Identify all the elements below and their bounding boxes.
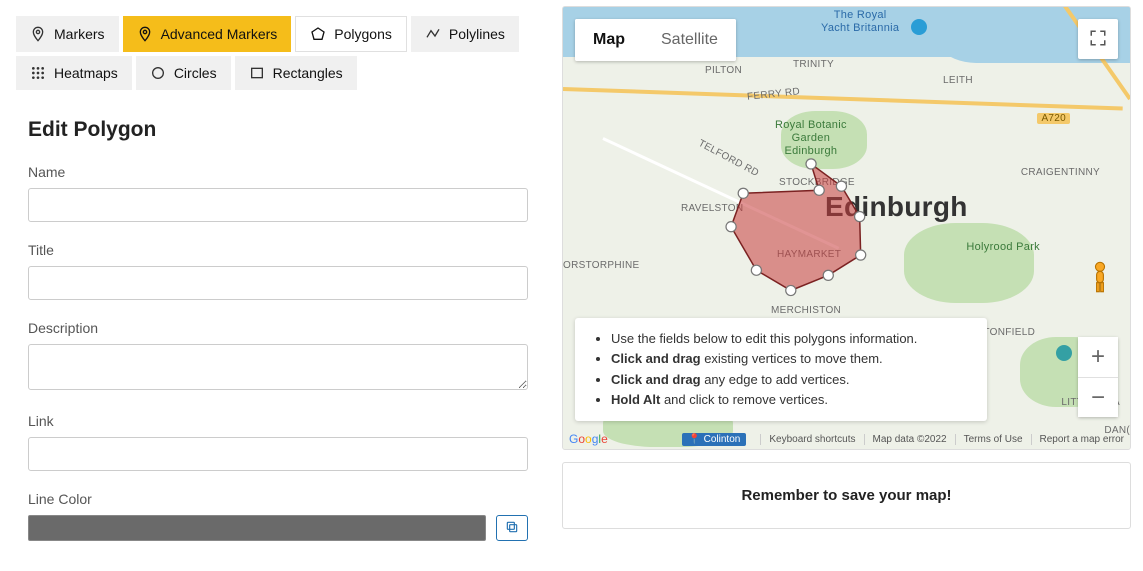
rectangle-icon: [249, 65, 265, 81]
zoom-control: + −: [1078, 337, 1118, 417]
name-input[interactable]: [28, 188, 528, 222]
area-label: ORSTORPHINE: [563, 260, 639, 271]
title-label: Title: [28, 242, 528, 258]
tab-label: Rectangles: [273, 65, 343, 81]
tab-polygons[interactable]: Polygons: [295, 16, 407, 52]
polygon-icon: [310, 26, 326, 42]
edit-polygon-form: Edit Polygon Name Title Description Link…: [0, 90, 556, 571]
tab-label: Polylines: [449, 26, 505, 42]
description-label: Description: [28, 320, 528, 336]
area-label: TRINITY: [793, 59, 834, 70]
line-color-label: Line Color: [28, 491, 528, 507]
tab-label: Circles: [174, 65, 217, 81]
description-input[interactable]: [28, 344, 528, 390]
area-label: Craigentinny: [1021, 167, 1100, 178]
name-label: Name: [28, 164, 528, 180]
keyboard-shortcuts-link[interactable]: Keyboard shortcuts: [760, 434, 855, 445]
poi-icon: [1056, 345, 1072, 361]
city-label: Edinburgh: [825, 191, 968, 223]
tip-item: Click and drag existing vertices to move…: [611, 350, 971, 368]
map-type-satellite[interactable]: Satellite: [643, 19, 736, 61]
polyline-icon: [425, 26, 441, 42]
terms-link[interactable]: Terms of Use: [955, 434, 1023, 445]
map-attribution: Google 📍Colinton Keyboard shortcuts Map …: [569, 432, 1124, 446]
park-label: Holyrood Park: [966, 241, 1040, 254]
copy-icon: [505, 520, 519, 537]
google-logo: Google: [569, 432, 608, 446]
title-input[interactable]: [28, 266, 528, 300]
road-label: A720: [1037, 113, 1070, 124]
tab-advanced-markers[interactable]: Advanced Markers: [123, 16, 292, 52]
marker-icon: [137, 26, 153, 42]
link-label: Link: [28, 413, 528, 429]
area-label: HAYMARKET: [777, 249, 841, 260]
area-label: PILTON: [705, 65, 742, 76]
report-error-link[interactable]: Report a map error: [1031, 434, 1124, 445]
tab-label: Heatmaps: [54, 65, 118, 81]
feature-tabs: Markers Advanced Markers Polygons Polyli…: [0, 0, 556, 90]
tab-markers[interactable]: Markers: [16, 16, 119, 52]
circle-icon: [150, 65, 166, 81]
poi-label: The Royal Yacht Britannia: [821, 9, 899, 35]
fullscreen-icon: [1089, 29, 1107, 50]
tab-rectangles[interactable]: Rectangles: [235, 56, 357, 90]
map-data-text: Map data ©2022: [864, 434, 947, 445]
tip-item: Use the fields below to edit this polygo…: [611, 330, 971, 348]
poi-icon: [911, 19, 927, 35]
line-color-picker-button[interactable]: [496, 515, 528, 541]
zoom-out-button[interactable]: −: [1078, 377, 1118, 417]
form-heading: Edit Polygon: [28, 118, 528, 142]
tab-label: Markers: [54, 26, 105, 42]
tab-polylines[interactable]: Polylines: [411, 16, 519, 52]
area-label: RAVELSTON: [681, 203, 743, 214]
marker-icon: [30, 26, 46, 42]
area-label: MERCHISTON: [771, 305, 841, 316]
polygon-tips: Use the fields below to edit this polygo…: [575, 318, 987, 421]
left-panel: Markers Advanced Markers Polygons Polyli…: [0, 0, 556, 567]
save-reminder: Remember to save your map!: [562, 462, 1131, 529]
park-label: Royal Botanic Garden Edinburgh: [775, 119, 847, 159]
area-label: LEITH: [943, 75, 973, 86]
locality-badge[interactable]: 📍Colinton: [682, 433, 746, 446]
tip-item: Hold Alt and click to remove vertices.: [611, 391, 971, 409]
area-label: STOCKBRIDGE: [779, 177, 855, 188]
tip-item: Click and drag any edge to add vertices.: [611, 371, 971, 389]
line-color-swatch[interactable]: [28, 515, 486, 541]
pegman[interactable]: [1084, 259, 1116, 295]
tab-circles[interactable]: Circles: [136, 56, 231, 90]
map-type-map[interactable]: Map: [575, 19, 643, 61]
tab-heatmaps[interactable]: Heatmaps: [16, 56, 132, 90]
map-type-control: Map Satellite: [575, 19, 736, 61]
tab-label: Polygons: [334, 26, 392, 42]
zoom-in-button[interactable]: +: [1078, 337, 1118, 377]
tab-label: Advanced Markers: [161, 26, 278, 42]
link-input[interactable]: [28, 437, 528, 471]
fullscreen-button[interactable]: [1078, 19, 1118, 59]
right-panel: PILTON TRINITY LEITH Craigentinny STOCKB…: [556, 0, 1143, 567]
heatmap-icon: [30, 65, 46, 81]
map-canvas[interactable]: PILTON TRINITY LEITH Craigentinny STOCKB…: [562, 6, 1131, 450]
